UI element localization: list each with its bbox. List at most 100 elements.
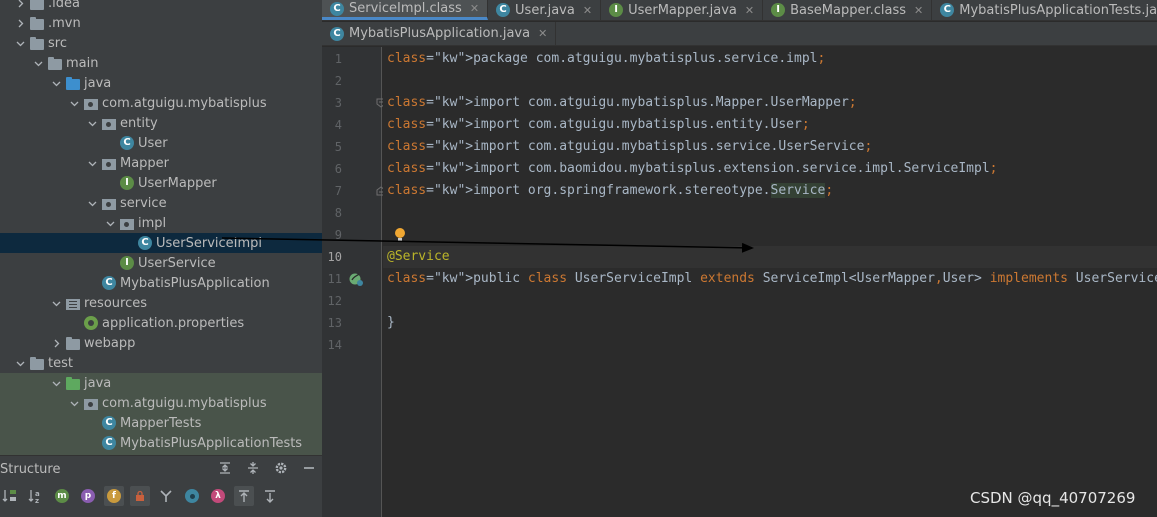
code-line[interactable]: class="kw">public class UserServiceImpl …: [387, 268, 1157, 290]
tab-user-java[interactable]: C User.java ✕: [488, 0, 602, 20]
code-line[interactable]: class="kw">import com.atguigu.mybatisplu…: [387, 136, 872, 158]
package-icon: [84, 398, 98, 410]
tree-item-entity[interactable]: entity: [0, 113, 322, 133]
chevron-down-icon[interactable]: [14, 33, 26, 53]
watermark: CSDN @qq_40707269: [970, 489, 1136, 507]
chevron-down-icon[interactable]: [50, 373, 62, 393]
tab-mybatisplusapplicationtests-java[interactable]: CMybatisPlusApplicationTests.java✕: [932, 0, 1157, 20]
tree-item-impl[interactable]: impl: [0, 213, 322, 233]
chevron-down-icon[interactable]: [86, 153, 98, 173]
tree-item-resources[interactable]: resources: [0, 293, 322, 313]
structure-tool-window: Structure az m p f λ: [0, 455, 322, 517]
code-line[interactable]: class="kw">package com.atguigu.mybatispl…: [387, 48, 825, 70]
folder-icon: [30, 356, 44, 370]
show-non-public-icon[interactable]: [130, 486, 150, 506]
tree-item-test[interactable]: test: [0, 353, 322, 373]
line-number: 3: [334, 96, 342, 110]
tree-item--idea[interactable]: .idea: [0, 0, 322, 13]
tree-item-application-properties[interactable]: application.properties: [0, 313, 322, 333]
close-icon[interactable]: ✕: [583, 4, 592, 17]
tree-item-src[interactable]: src: [0, 33, 322, 53]
show-inherited-icon[interactable]: m: [52, 486, 72, 506]
folder-icon: [30, 0, 44, 10]
structure-toolbar: [216, 459, 318, 477]
code-line[interactable]: class="kw">import com.atguigu.mybatisplu…: [387, 114, 810, 136]
chevron-down-icon[interactable]: [14, 353, 26, 373]
close-icon[interactable]: ✕: [745, 4, 754, 17]
tab-mybatisplusapplication-java[interactable]: C MybatisPlusApplication.java ✕: [322, 22, 557, 45]
tree-item-service[interactable]: service: [0, 193, 322, 213]
tree-item-label: impl: [138, 215, 167, 231]
lightbulb-icon[interactable]: [394, 227, 406, 247]
line-number: 6: [334, 162, 342, 176]
chevron-down-icon[interactable]: [32, 53, 44, 73]
gear-icon[interactable]: [272, 459, 290, 477]
editor-tabs-row-2: C MybatisPlusApplication.java ✕: [322, 22, 1157, 46]
tree-item-user[interactable]: C User: [0, 133, 322, 153]
editor-gutter: 1 2 3 4 5 6 7 8 9 10 11 12 13 14: [322, 47, 386, 517]
tree-item-label: UserService: [138, 255, 216, 271]
tree-item-label: UserServiceImpl: [156, 235, 263, 251]
tree-item-java[interactable]: java: [0, 73, 322, 93]
tree-item-mybatisplusapplication[interactable]: C MybatisPlusApplication: [0, 273, 322, 293]
interface-icon: I: [120, 256, 134, 270]
tree-item-label: com.atguigu.mybatisplus: [102, 95, 267, 111]
close-icon[interactable]: ✕: [538, 27, 547, 40]
tab-basemapper-class[interactable]: I BaseMapper.class ✕: [763, 0, 933, 20]
sort-visibility-icon[interactable]: [0, 486, 20, 506]
tree-item-mappertests[interactable]: C MapperTests: [0, 413, 322, 433]
autoscroll-to-source-icon[interactable]: [234, 486, 254, 506]
tab-usermapper-java[interactable]: I UserMapper.java ✕: [601, 0, 764, 20]
chevron-down-icon[interactable]: [68, 393, 80, 413]
tree-item-mybatisplusapplicationtests[interactable]: C MybatisPlusApplicationTests: [0, 433, 322, 453]
tree-item-label: User: [138, 135, 168, 151]
chevron-right-icon[interactable]: [14, 0, 26, 13]
tree-item-java[interactable]: java: [0, 373, 322, 393]
tree-item-usermapper[interactable]: I UserMapper: [0, 173, 322, 193]
chevron-down-icon[interactable]: [86, 193, 98, 213]
show-interface-icon[interactable]: λ: [208, 486, 228, 506]
chevron-down-icon[interactable]: [86, 113, 98, 133]
tree-item-webapp[interactable]: webapp: [0, 333, 322, 353]
tree-item-userserviceimpl[interactable]: C UserServiceImpl: [0, 233, 322, 253]
tree-item-label: .idea: [48, 0, 80, 11]
chevron-right-icon[interactable]: [14, 13, 26, 33]
tree-item--mvn[interactable]: .mvn: [0, 13, 322, 33]
autoscroll-from-source-icon[interactable]: [260, 486, 280, 506]
structure-title: Structure: [0, 462, 61, 477]
show-lambdas-icon[interactable]: [156, 486, 176, 506]
line-number: 10: [327, 250, 342, 264]
close-icon[interactable]: ✕: [470, 2, 479, 15]
tree-item-main[interactable]: main: [0, 53, 322, 73]
tree-item-mapper[interactable]: Mapper: [0, 153, 322, 173]
tree-item-userservice[interactable]: I UserService: [0, 253, 322, 273]
chevron-right-icon[interactable]: [50, 333, 62, 353]
collapse-all-icon[interactable]: [244, 459, 262, 477]
show-anonymous-icon[interactable]: [182, 486, 202, 506]
structure-filter-bar: az m p f λ: [0, 486, 280, 506]
code-line[interactable]: class="kw">import com.baomidou.mybatispl…: [387, 158, 998, 180]
class-icon: C: [940, 3, 955, 17]
code-line[interactable]: }: [387, 312, 395, 334]
svg-text:z: z: [35, 497, 39, 504]
tree-item-label: main: [66, 55, 99, 71]
tree-item-com-atguigu-mybatisplus[interactable]: com.atguigu.mybatisplus: [0, 393, 322, 413]
show-fields-icon[interactable]: f: [104, 486, 124, 506]
code-line[interactable]: class="kw">import org.springframework.st…: [387, 180, 833, 202]
chevron-down-icon[interactable]: [50, 73, 62, 93]
chevron-down-icon[interactable]: [104, 213, 116, 233]
sort-alphabetically-icon[interactable]: az: [26, 486, 46, 506]
code-line[interactable]: class="kw">import com.atguigu.mybatisplu…: [387, 92, 857, 114]
chevron-down-icon[interactable]: [50, 293, 62, 313]
tab-serviceimpl-class[interactable]: C ServiceImpl.class ✕: [322, 0, 489, 20]
code-editor[interactable]: class="kw">package com.atguigu.mybatispl…: [383, 47, 1157, 517]
close-icon[interactable]: ✕: [914, 4, 923, 17]
spring-bean-icon[interactable]: [348, 271, 364, 291]
expand-all-icon[interactable]: [216, 459, 234, 477]
tree-item-com-atguigu-mybatisplus[interactable]: com.atguigu.mybatisplus: [0, 93, 322, 113]
show-properties-icon[interactable]: p: [78, 486, 98, 506]
code-line[interactable]: @Service: [387, 246, 450, 268]
chevron-down-icon[interactable]: [68, 93, 80, 113]
minimize-icon[interactable]: [300, 459, 318, 477]
